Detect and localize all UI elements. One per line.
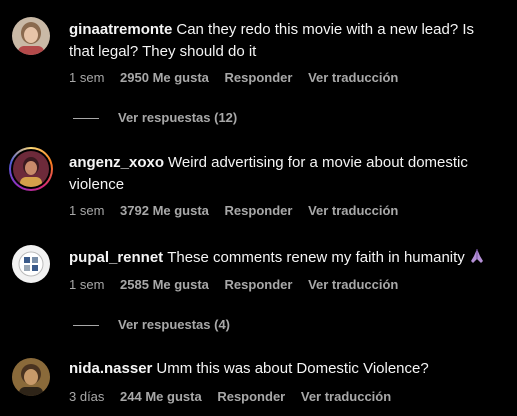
- like-count[interactable]: 3792 Me gusta: [120, 203, 209, 218]
- comment-time: 3 días: [69, 389, 105, 404]
- story-ring: [11, 149, 51, 189]
- comment-meta: 3 días 244 Me gusta Responder Ver traduc…: [69, 389, 403, 404]
- comment-body: Umm this was about Domestic Violence?: [156, 360, 429, 377]
- avatar[interactable]: [12, 358, 50, 396]
- avatar[interactable]: [12, 17, 50, 55]
- comment-meta: 1 sem 2950 Me gusta Responder Ver traduc…: [69, 70, 410, 85]
- comment-username[interactable]: angenz_xoxo: [69, 154, 164, 171]
- like-count[interactable]: 244 Me gusta: [120, 389, 202, 404]
- reply-button[interactable]: Responder: [217, 389, 285, 404]
- comment-time: 1 sem: [69, 277, 105, 292]
- translate-button[interactable]: Ver traducción: [301, 389, 391, 404]
- comment-username[interactable]: nida.nasser: [69, 360, 152, 377]
- divider-line: [73, 325, 99, 327]
- comment-text: pupal_rennet These comments renew my fait…: [69, 247, 499, 272]
- divider-line: [73, 118, 99, 120]
- avatar[interactable]: [12, 245, 50, 283]
- translate-button[interactable]: Ver traducción: [308, 277, 398, 292]
- like-count[interactable]: 2950 Me gusta: [120, 70, 209, 85]
- comment-username[interactable]: ginaatremonte: [69, 21, 172, 38]
- view-replies-label: Ver respuestas (12): [118, 110, 238, 125]
- comment-text: nida.nasser Umm this was about Domestic V…: [69, 358, 499, 380]
- comment-time: 1 sem: [69, 70, 105, 85]
- comment-body: These comments renew my faith in humanit…: [167, 249, 465, 266]
- comment-time: 1 sem: [69, 203, 105, 218]
- translate-button[interactable]: Ver traducción: [308, 70, 398, 85]
- comment-text: angenz_xoxo Weird advertising for a movie…: [69, 152, 499, 196]
- reply-button[interactable]: Responder: [225, 203, 293, 218]
- comment-username[interactable]: pupal_rennet: [69, 249, 163, 266]
- view-replies-button[interactable]: Ver respuestas (12): [73, 110, 237, 125]
- comment-meta: 1 sem 2585 Me gusta Responder Ver traduc…: [69, 277, 410, 292]
- translate-button[interactable]: Ver traducción: [308, 203, 398, 218]
- view-replies-label: Ver respuestas (4): [118, 317, 231, 332]
- view-replies-button[interactable]: Ver respuestas (4): [73, 317, 230, 332]
- comment-text: ginaatremonte Can they redo this movie wi…: [69, 19, 499, 63]
- reply-button[interactable]: Responder: [225, 277, 293, 292]
- comment-meta: 1 sem 3792 Me gusta Responder Ver traduc…: [69, 203, 410, 218]
- reply-button[interactable]: Responder: [225, 70, 293, 85]
- like-count[interactable]: 2585 Me gusta: [120, 277, 209, 292]
- avatar[interactable]: [9, 147, 53, 191]
- praying-hands-icon: [468, 247, 486, 272]
